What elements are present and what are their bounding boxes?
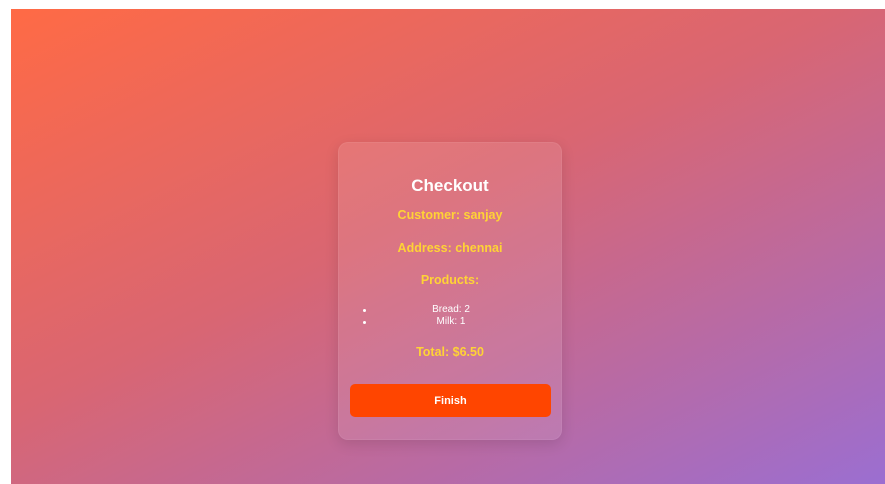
customer-address: Address: chennai xyxy=(397,241,503,255)
page-viewport: Checkout Customer: sanjay Address: chenn… xyxy=(11,9,885,484)
products-heading: Products: xyxy=(420,273,480,287)
product-label: Milk: 1 xyxy=(436,316,466,327)
product-item: Milk: 1 xyxy=(359,316,543,328)
bullet-icon xyxy=(363,321,366,324)
finish-button[interactable]: Finish xyxy=(350,384,551,417)
product-label: Bread: 2 xyxy=(432,304,470,315)
order-total: Total: $6.50 xyxy=(416,345,484,359)
product-list: Bread: 2 Milk: 1 xyxy=(359,304,543,328)
product-item: Bread: 2 xyxy=(359,304,543,316)
bullet-icon xyxy=(363,309,366,312)
customer-name: Customer: sanjay xyxy=(397,208,503,222)
checkout-card: Checkout Customer: sanjay Address: chenn… xyxy=(338,142,562,440)
checkout-title: Checkout xyxy=(411,176,489,195)
